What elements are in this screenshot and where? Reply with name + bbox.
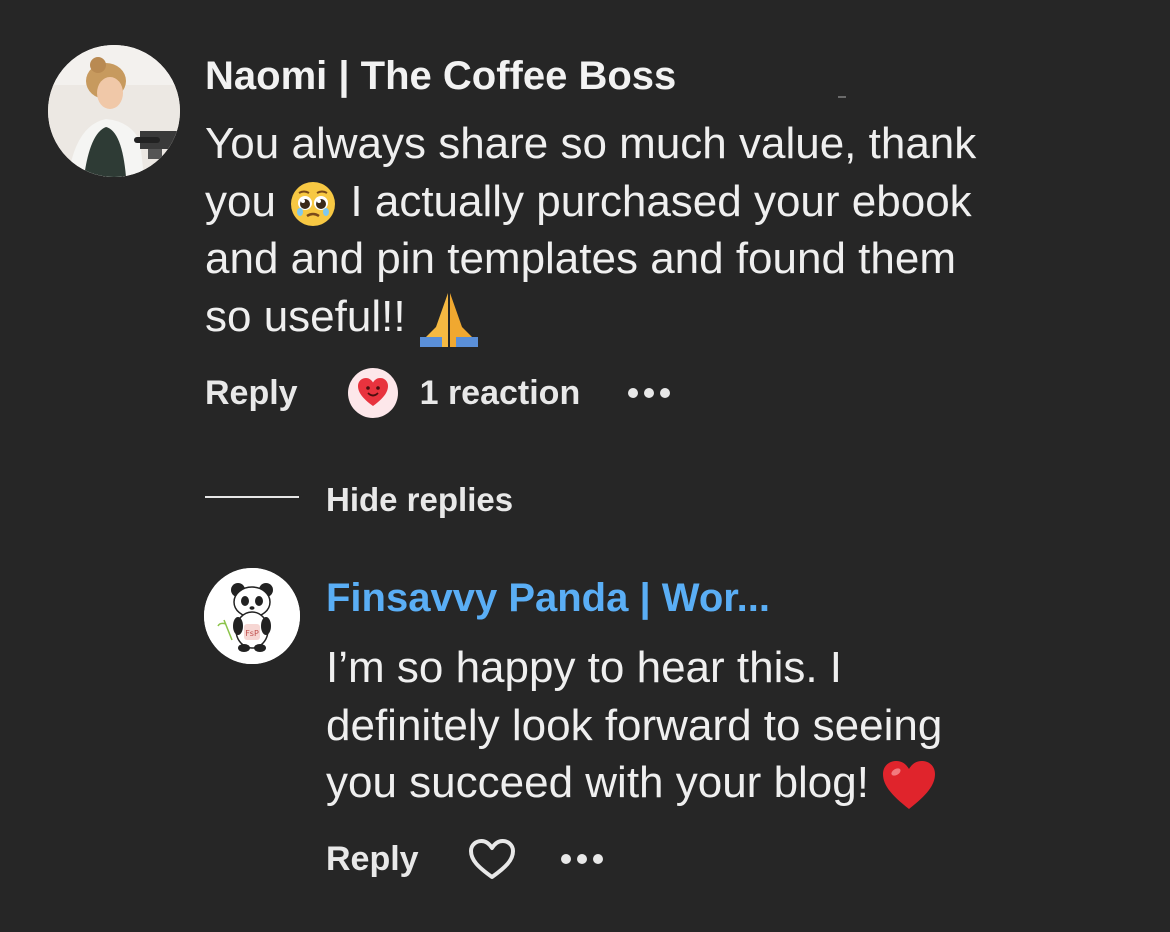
pleading-face-emoji	[291, 181, 336, 226]
divider-mark	[838, 96, 846, 98]
more-options-icon[interactable]	[628, 388, 671, 398]
svg-text:FsP: FsP	[245, 629, 259, 638]
avatar[interactable]	[48, 45, 180, 177]
avatar[interactable]: FsP	[204, 568, 300, 664]
profile-photo	[48, 45, 180, 177]
heart-face-icon[interactable]	[347, 368, 398, 418]
comment-author[interactable]: Naomi | The Coffee Boss	[205, 56, 676, 96]
reply-author[interactable]: Finsavvy Panda | Wor...	[326, 578, 770, 618]
comment-body: You always share so much value, thank yo…	[205, 115, 1135, 347]
reply-button[interactable]: Reply	[205, 374, 298, 413]
reply-body: I’m so happy to hear this. I definitely …	[326, 639, 1126, 812]
red-heart-emoji	[883, 761, 936, 810]
more-options-icon[interactable]	[560, 854, 603, 864]
reply-text: I’m so happy to hear this. I definitely …	[326, 643, 943, 807]
reply-actions: Reply	[326, 832, 603, 886]
hide-replies-line	[205, 496, 299, 498]
reply-button[interactable]: Reply	[326, 840, 419, 879]
heart-face-icon-graphic	[357, 378, 388, 406]
comment-actions: Reply 1 reaction	[205, 366, 671, 420]
heart-outline-icon[interactable]	[467, 837, 517, 881]
panda-logo: FsP	[204, 568, 300, 664]
folded-hands-emoji	[419, 292, 478, 347]
heart-outline-icon-graphic	[468, 839, 515, 879]
hide-replies-button[interactable]: Hide replies	[326, 481, 513, 519]
reaction-count[interactable]: 1 reaction	[420, 374, 581, 413]
